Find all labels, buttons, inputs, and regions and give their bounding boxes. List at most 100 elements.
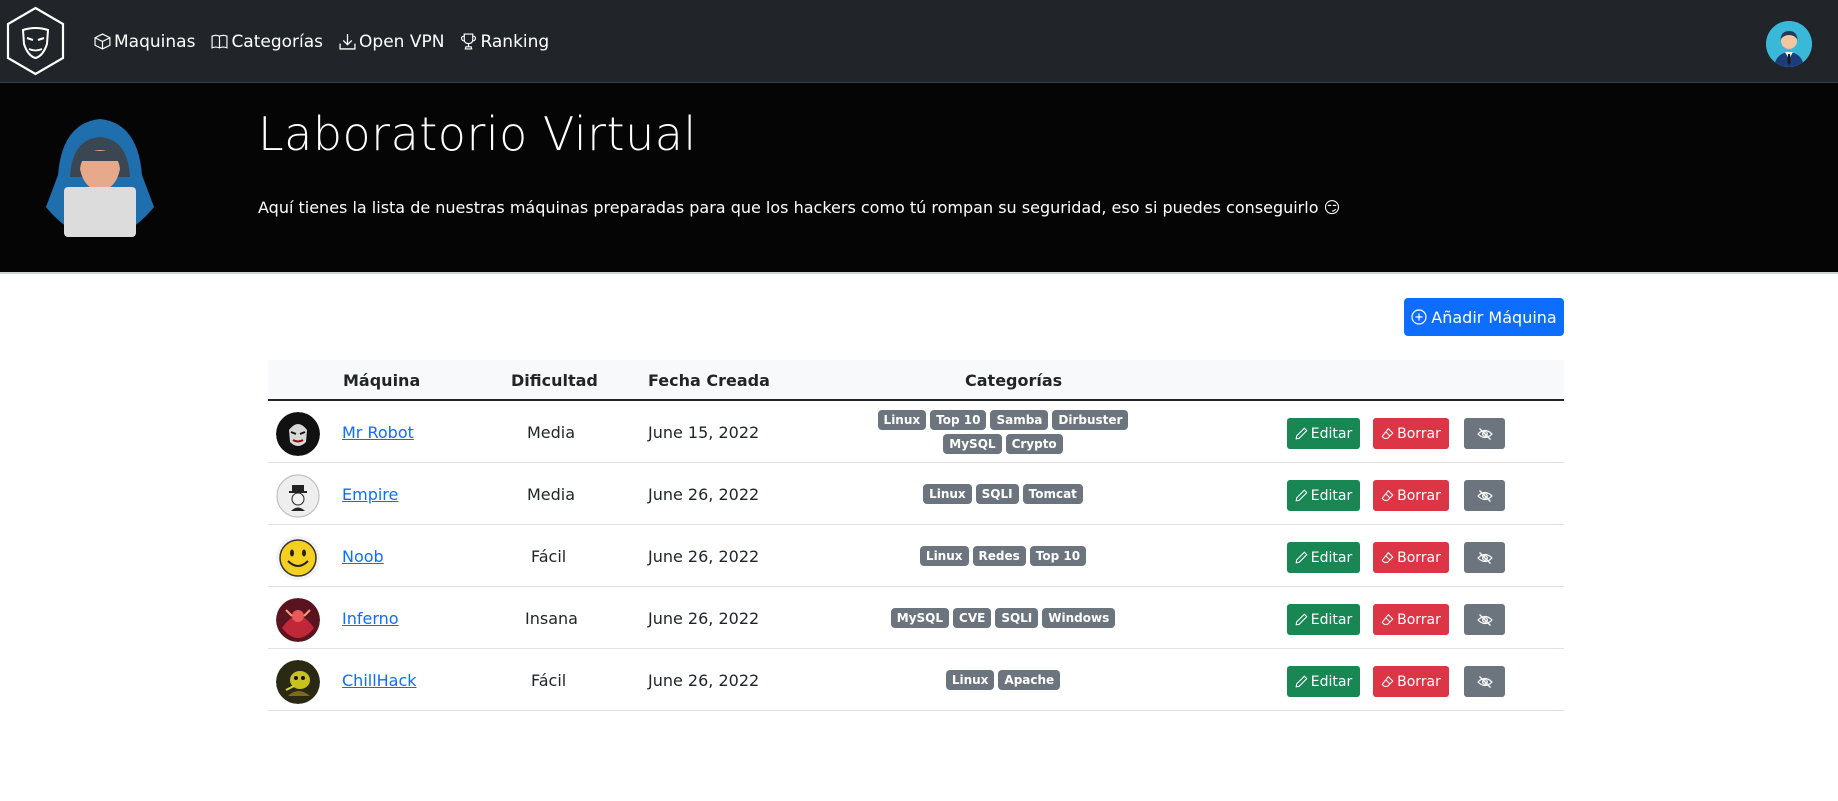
category-badge: Apache (998, 670, 1061, 690)
plus-circle-icon (1411, 309, 1427, 325)
edit-label: Editar (1310, 425, 1353, 442)
nav-item-ranking[interactable]: Ranking (460, 32, 549, 52)
edit-button[interactable]: Editar (1287, 604, 1360, 635)
add-machine-button[interactable]: Añadir Máquina (1404, 298, 1564, 336)
category-badge: Windows (1042, 608, 1116, 628)
top-navbar: Maquinas Categorías Open VPN Ranking (0, 0, 1838, 83)
delete-button[interactable]: Borrar (1373, 604, 1449, 635)
nav-item-label: Categorías (231, 31, 324, 52)
header-categories: Categorías (965, 371, 1063, 390)
book-icon (211, 34, 228, 49)
delete-button[interactable]: Borrar (1373, 418, 1449, 449)
category-badge: MySQL (890, 608, 950, 628)
edit-label: Editar (1310, 611, 1353, 628)
date-cell: June 26, 2022 (648, 484, 760, 504)
category-badges: Linux Apache (851, 649, 1155, 711)
table-row: ChillHack Fácil June 26, 2022 Linux Apac… (268, 649, 1564, 711)
category-badges: Linux Redes Top 10 (851, 525, 1155, 587)
delete-button[interactable]: Borrar (1373, 480, 1449, 511)
box-icon (94, 33, 111, 50)
delete-label: Borrar (1397, 549, 1441, 566)
nav-item-categorias[interactable]: Categorías (211, 32, 323, 52)
edit-button[interactable]: Editar (1287, 542, 1360, 573)
delete-label: Borrar (1397, 487, 1441, 504)
category-badge: Crypto (1005, 434, 1063, 454)
difficulty-cell: Media (527, 484, 576, 504)
category-badges: Linux Top 10 Samba Dirbuster MySQL Crypt… (851, 401, 1155, 463)
nav-links: Maquinas Categorías Open VPN Ranking (94, 0, 565, 83)
table-row: Mr Robot Media June 15, 2022 Linux Top 1… (268, 401, 1564, 463)
delete-button[interactable]: Borrar (1373, 542, 1449, 573)
pencil-icon (1295, 551, 1308, 564)
machine-link[interactable]: Empire (342, 485, 398, 504)
category-badge: Linux (945, 670, 995, 690)
nav-item-maquinas[interactable]: Maquinas (94, 32, 195, 52)
delete-label: Borrar (1397, 425, 1441, 442)
category-badge: MySQL (943, 434, 1002, 454)
difficulty-cell: Insana (525, 608, 578, 628)
category-badge: Linux (919, 546, 969, 566)
difficulty-cell: Fácil (531, 546, 567, 566)
page-title: Laboratorio Virtual (258, 107, 697, 161)
hide-button[interactable] (1464, 542, 1505, 573)
delete-label: Borrar (1397, 611, 1441, 628)
machine-thumbnail (276, 412, 320, 456)
edit-button[interactable]: Editar (1287, 666, 1360, 697)
user-avatar[interactable] (1766, 21, 1812, 67)
machine-link[interactable]: Mr Robot (342, 423, 414, 442)
eraser-icon (1381, 427, 1394, 439)
table-header: Máquina Dificultad Fecha Creada Categorí… (268, 360, 1564, 401)
category-badges: Linux SQLI Tomcat (851, 463, 1155, 525)
edit-label: Editar (1310, 487, 1353, 504)
eraser-icon (1381, 613, 1394, 625)
category-badge: Redes (972, 546, 1026, 566)
header-machine: Máquina (343, 371, 421, 390)
date-cell: June 26, 2022 (648, 608, 760, 628)
hide-button[interactable] (1464, 418, 1505, 449)
trophy-icon (461, 33, 477, 50)
table-row: Noob Fácil June 26, 2022 Linux Redes Top… (268, 525, 1564, 587)
nav-item-openvpn[interactable]: Open VPN (339, 32, 444, 52)
category-badge: Linux (877, 410, 927, 430)
edit-label: Editar (1310, 673, 1353, 690)
eraser-icon (1381, 551, 1394, 563)
hide-button[interactable] (1464, 480, 1505, 511)
machine-link[interactable]: ChillHack (342, 671, 417, 690)
header-date: Fecha Creada (648, 371, 770, 390)
category-badge: CVE (953, 608, 992, 628)
site-logo-icon[interactable] (5, 6, 66, 76)
eye-slash-icon (1476, 675, 1493, 688)
delete-label: Borrar (1397, 673, 1441, 690)
machine-link[interactable]: Noob (342, 547, 384, 566)
category-badge: Dirbuster (1052, 410, 1129, 430)
add-machine-label: Añadir Máquina (1431, 307, 1557, 327)
hero-banner: Laboratorio Virtual Aquí tienes la lista… (0, 83, 1838, 274)
eye-slash-icon (1476, 551, 1493, 564)
eye-slash-icon (1476, 427, 1493, 440)
hacker-illustration (40, 107, 160, 237)
hide-button[interactable] (1464, 666, 1505, 697)
machine-link[interactable]: Inferno (342, 609, 399, 628)
machine-thumbnail (276, 536, 320, 580)
pencil-icon (1295, 675, 1308, 688)
nav-item-label: Maquinas (114, 31, 196, 52)
difficulty-cell: Media (527, 422, 576, 442)
edit-button[interactable]: Editar (1287, 480, 1360, 511)
header-difficulty: Dificultad (511, 371, 598, 390)
eraser-icon (1381, 675, 1394, 687)
pencil-icon (1295, 489, 1308, 502)
table-row: Inferno Insana June 26, 2022 MySQL CVE S… (268, 587, 1564, 649)
category-badge: Top 10 (930, 410, 987, 430)
date-cell: June 26, 2022 (648, 546, 760, 566)
pencil-icon (1295, 613, 1308, 626)
delete-button[interactable]: Borrar (1373, 666, 1449, 697)
nav-item-label: Ranking (480, 31, 550, 52)
edit-label: Editar (1310, 549, 1353, 566)
machine-thumbnail (276, 474, 320, 518)
eye-slash-icon (1476, 613, 1493, 626)
edit-button[interactable]: Editar (1287, 418, 1360, 449)
eraser-icon (1381, 489, 1394, 501)
hide-button[interactable] (1464, 604, 1505, 635)
category-badge: Linux (923, 484, 972, 504)
date-cell: June 26, 2022 (648, 670, 760, 690)
